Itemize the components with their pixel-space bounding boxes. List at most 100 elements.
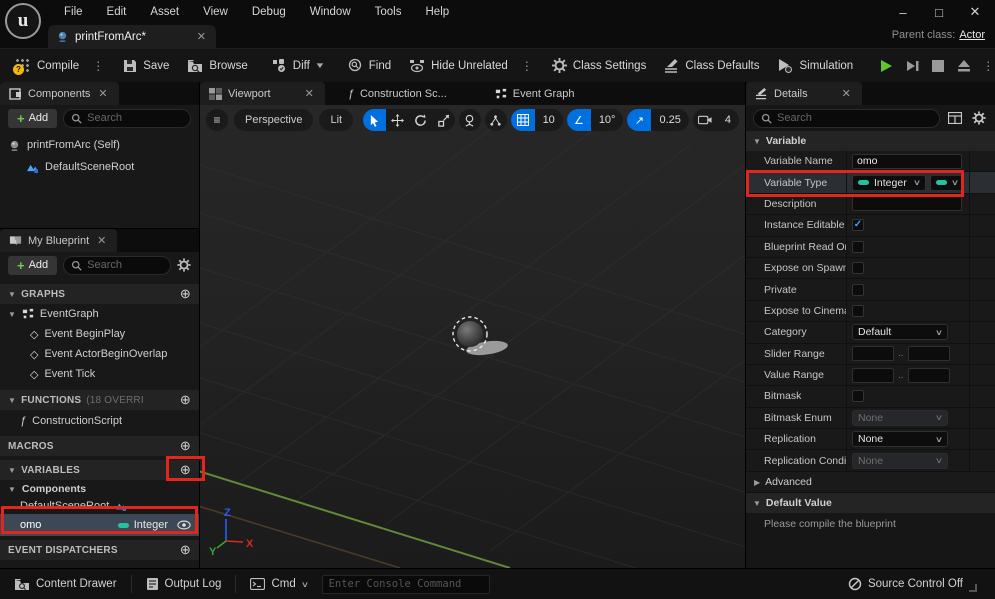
scale-snap-control[interactable]: ↗ 0.25 bbox=[627, 109, 689, 131]
event-row[interactable]: ◇ Event Tick bbox=[0, 364, 199, 384]
value-range-max-field[interactable] bbox=[907, 367, 950, 383]
event-row[interactable]: ◇ Event BeginPlay bbox=[0, 324, 199, 344]
tab-details[interactable]: Details ✕ bbox=[746, 82, 862, 105]
section-macros[interactable]: MACROS ⊕ bbox=[0, 436, 199, 456]
perspective-selector[interactable]: Perspective bbox=[234, 109, 314, 131]
settings-gear-icon[interactable] bbox=[177, 258, 191, 272]
bitmask-checkbox[interactable]: ✓ bbox=[852, 390, 864, 403]
slider-range-min-field[interactable] bbox=[852, 346, 894, 362]
variable-type-dropdown[interactable]: Integer ∨ bbox=[852, 174, 927, 191]
simulation-button[interactable]: Simulation bbox=[768, 52, 862, 80]
menu-help[interactable]: Help bbox=[414, 0, 462, 25]
menu-window[interactable]: Window bbox=[298, 0, 363, 25]
menu-asset[interactable]: Asset bbox=[138, 0, 191, 25]
minimize-button[interactable]: – bbox=[889, 0, 917, 24]
eventgraph-row[interactable]: ▼ EventGraph bbox=[0, 304, 199, 324]
details-settings-gear-icon[interactable] bbox=[970, 109, 988, 127]
frame-skip-button[interactable] bbox=[900, 54, 924, 78]
variables-components-group[interactable]: ▼ Components bbox=[0, 480, 199, 498]
replication-dropdown[interactable]: None ∨ bbox=[852, 431, 948, 448]
tab-my-blueprint[interactable]: My Blueprint ✕ bbox=[0, 229, 118, 252]
close-icon[interactable]: ✕ bbox=[96, 87, 109, 100]
rotation-snap-control[interactable]: ∠ 10° bbox=[566, 109, 624, 131]
diff-button[interactable]: Diff ▼ bbox=[263, 52, 333, 80]
stop-button[interactable] bbox=[926, 54, 950, 78]
add-dispatcher-icon[interactable]: ⊕ bbox=[180, 542, 191, 558]
details-search[interactable] bbox=[753, 108, 940, 128]
tab-viewport[interactable]: Viewport ✕ bbox=[200, 82, 325, 105]
find-button[interactable]: Find bbox=[339, 52, 400, 80]
section-graphs[interactable]: ▼ GRAPHS ⊕ bbox=[0, 284, 199, 304]
replication-condition-dropdown[interactable]: None ∨ bbox=[852, 452, 948, 469]
expose-on-spawn-checkbox[interactable]: ✓ bbox=[852, 262, 864, 275]
viewport-3d-area[interactable]: Z X Y ≡ Perspective Lit 10 ∠ 10° ↗ 0.25 … bbox=[200, 105, 745, 568]
compile-button[interactable]: ? Compile bbox=[6, 52, 88, 80]
rotate-tool-button[interactable] bbox=[409, 109, 432, 131]
add-graph-icon[interactable]: ⊕ bbox=[180, 286, 191, 302]
construction-script-row[interactable]: ƒ ConstructionScript bbox=[0, 410, 199, 432]
component-row-self[interactable]: printFromArc (Self) bbox=[0, 134, 199, 156]
instance-editable-checkbox[interactable]: ✓ bbox=[852, 219, 864, 232]
source-control-button[interactable]: Source Control Off bbox=[848, 577, 987, 592]
display-filter-icon[interactable] bbox=[946, 109, 964, 127]
container-type-dropdown[interactable]: ∨ bbox=[930, 174, 964, 191]
select-tool-button[interactable] bbox=[362, 109, 386, 131]
add-component-button[interactable]: + Add bbox=[8, 108, 58, 128]
class-defaults-button[interactable]: Class Defaults bbox=[655, 52, 768, 80]
play-button[interactable] bbox=[874, 54, 898, 78]
save-button[interactable]: Save bbox=[114, 52, 178, 80]
parent-class-link[interactable]: Actor bbox=[959, 29, 985, 41]
details-search-input[interactable] bbox=[777, 112, 932, 124]
advanced-expander[interactable]: ▶ Advanced bbox=[746, 471, 995, 494]
add-blueprint-item-button[interactable]: + Add bbox=[8, 255, 58, 275]
camera-speed-control[interactable]: 4 bbox=[692, 109, 739, 131]
surface-snap-icon[interactable] bbox=[484, 109, 507, 131]
description-field[interactable] bbox=[852, 196, 962, 212]
section-event-dispatchers[interactable]: EVENT DISPATCHERS ⊕ bbox=[0, 540, 199, 560]
private-checkbox[interactable]: ✓ bbox=[852, 283, 864, 296]
slider-range-max-field[interactable] bbox=[907, 346, 950, 362]
hide-unrelated-button[interactable]: Hide Unrelated bbox=[400, 52, 517, 80]
tab-construction-script[interactable]: ƒ Construction Sc... bbox=[339, 82, 456, 105]
eye-icon[interactable] bbox=[177, 520, 191, 530]
my-blueprint-search-input[interactable] bbox=[87, 259, 163, 271]
content-drawer-button[interactable]: Content Drawer bbox=[8, 578, 123, 591]
compile-options-icon[interactable]: ⋮ bbox=[88, 59, 108, 73]
section-default-value[interactable]: ▼ Default Value bbox=[746, 493, 995, 514]
eject-button[interactable] bbox=[952, 54, 976, 78]
resize-grip[interactable] bbox=[969, 584, 977, 592]
variable-scene-root-row[interactable]: DefaultSceneRoot bbox=[0, 498, 199, 514]
section-variables[interactable]: ▼ VARIABLES ⊕ bbox=[0, 460, 199, 480]
menu-tools[interactable]: Tools bbox=[363, 0, 414, 25]
tab-components[interactable]: Components ✕ bbox=[0, 82, 119, 105]
console-command-input[interactable] bbox=[321, 574, 490, 594]
value-range-min-field[interactable] bbox=[852, 367, 894, 383]
browse-button[interactable]: Browse bbox=[178, 52, 256, 80]
class-settings-button[interactable]: Class Settings bbox=[543, 52, 656, 80]
bitmask-enum-dropdown[interactable]: None ∨ bbox=[852, 409, 948, 426]
viewport-menu-icon[interactable]: ≡ bbox=[206, 109, 228, 131]
menu-view[interactable]: View bbox=[191, 0, 240, 25]
unreal-logo-icon[interactable]: u bbox=[5, 3, 41, 39]
event-row[interactable]: ◇ Event ActorBeginOverlap bbox=[0, 344, 199, 364]
section-functions[interactable]: ▼ FUNCTIONS (18 OVERRI ⊕ bbox=[0, 390, 199, 410]
close-button[interactable]: ✕ bbox=[961, 0, 989, 24]
cmd-selector[interactable]: Cmd ∨ bbox=[244, 578, 313, 590]
my-blueprint-search[interactable] bbox=[63, 255, 171, 275]
menu-edit[interactable]: Edit bbox=[95, 0, 139, 25]
category-dropdown[interactable]: Default ∨ bbox=[852, 324, 948, 341]
component-row-scene-root[interactable]: DefaultSceneRoot bbox=[0, 156, 199, 178]
add-variable-icon[interactable]: ⊕ bbox=[180, 462, 191, 478]
menu-debug[interactable]: Debug bbox=[240, 0, 298, 25]
section-variable[interactable]: ▼ Variable bbox=[746, 131, 995, 151]
maximize-button[interactable]: □ bbox=[925, 0, 953, 24]
expose-to-cinematics-checkbox[interactable]: ✓ bbox=[852, 304, 864, 317]
close-icon[interactable]: ✕ bbox=[303, 87, 316, 100]
close-icon[interactable]: ✕ bbox=[95, 234, 108, 247]
asset-tab-printfromarc[interactable]: printFromArc* ✕ bbox=[48, 25, 216, 48]
add-function-icon[interactable]: ⊕ bbox=[180, 392, 191, 408]
tab-event-graph[interactable]: Event Graph bbox=[486, 82, 584, 105]
move-tool-button[interactable] bbox=[386, 109, 409, 131]
menu-file[interactable]: File bbox=[52, 0, 95, 25]
variable-omo-row[interactable]: omo Integer bbox=[0, 514, 199, 536]
